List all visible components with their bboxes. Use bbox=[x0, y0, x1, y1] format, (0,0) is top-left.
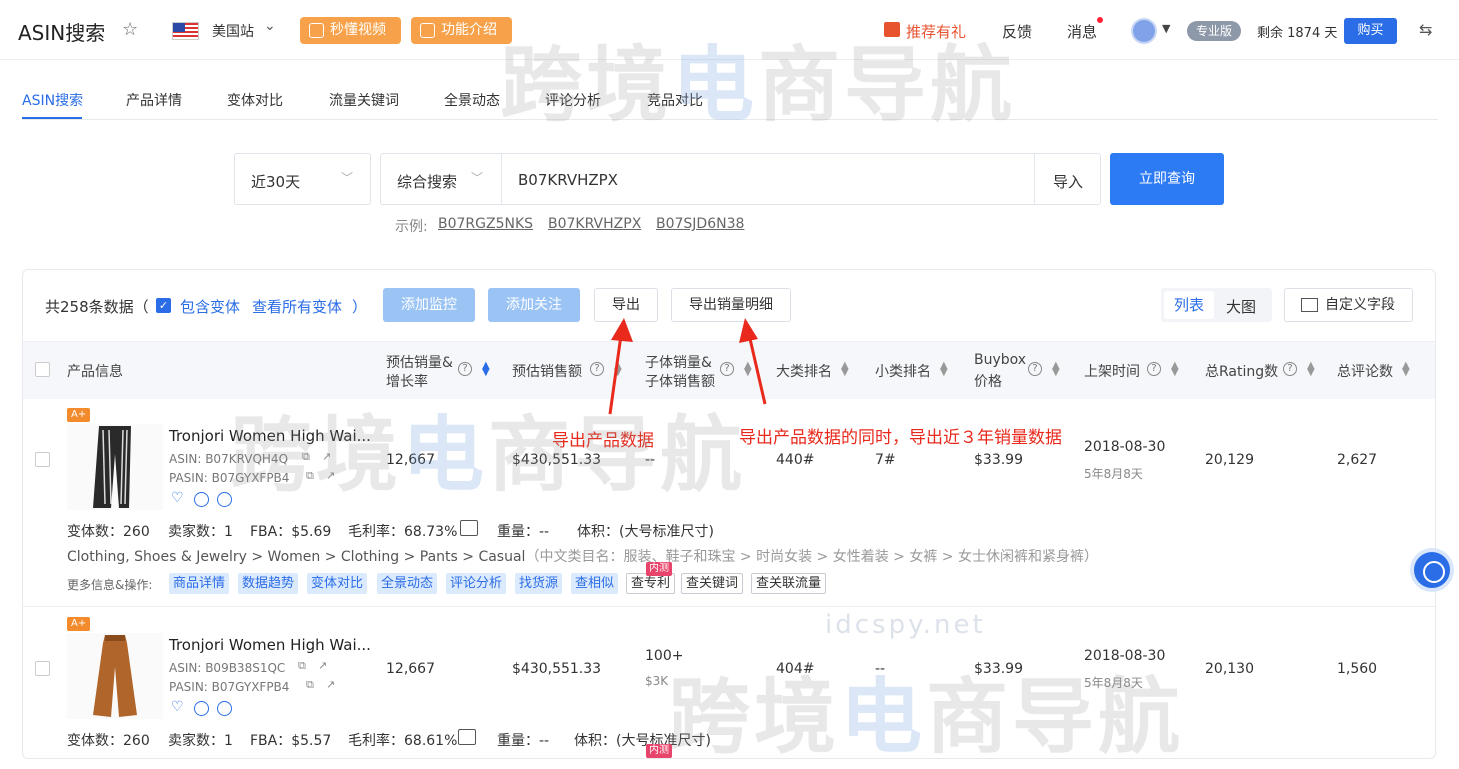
export-sales-annotation: 导出产品数据的同时，导出近３年销量数据 bbox=[739, 428, 1062, 448]
watermark: 跨境电商导航 bbox=[668, 670, 1185, 765]
watermark: 跨境电商导航 bbox=[230, 408, 747, 503]
watermark: 跨境电商导航 bbox=[500, 38, 1017, 133]
watermark-url: idcspy.net bbox=[825, 610, 986, 640]
customer-support-icon[interactable] bbox=[1410, 548, 1454, 592]
